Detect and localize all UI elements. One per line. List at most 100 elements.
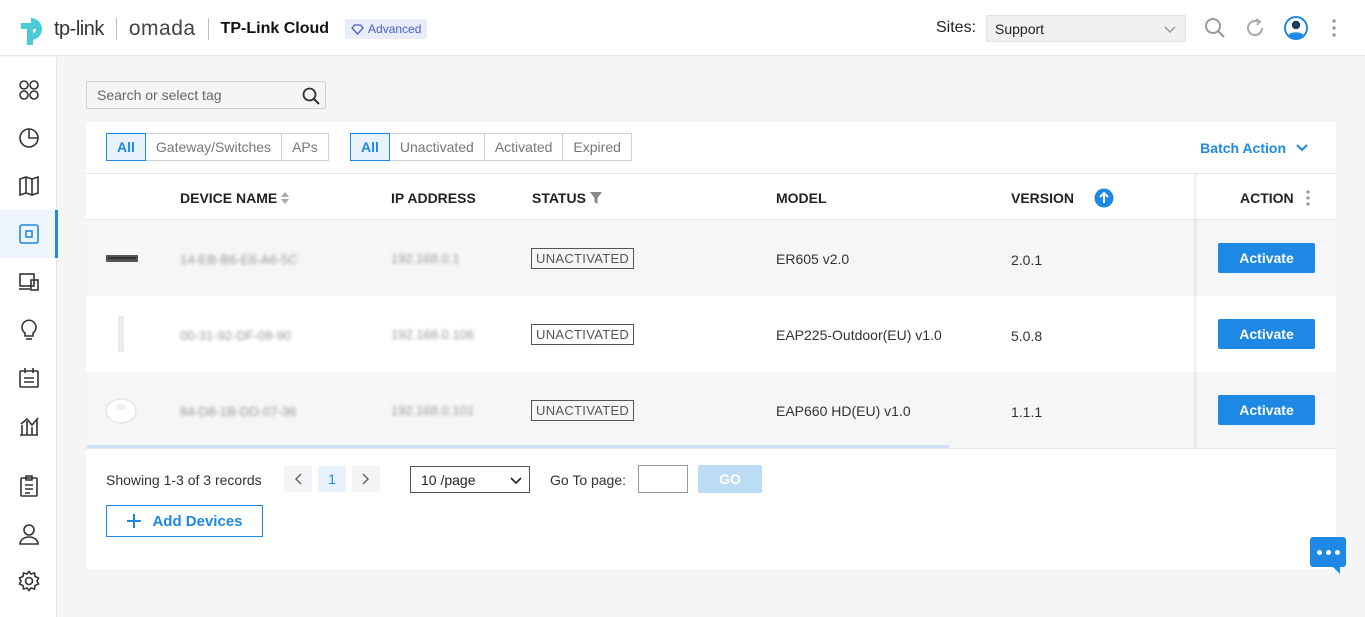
sticky-column-shadow bbox=[1194, 173, 1198, 448]
prev-page-button[interactable] bbox=[284, 466, 312, 492]
site-select-value: Support bbox=[995, 21, 1045, 37]
header-divider bbox=[207, 18, 209, 40]
outdoor-ap-device-icon bbox=[118, 316, 124, 352]
table-bottom-border bbox=[86, 448, 1336, 449]
advanced-badge: Advanced bbox=[345, 19, 428, 39]
sidebar bbox=[0, 57, 58, 617]
brand-tplink: tp-link bbox=[54, 17, 104, 40]
more-vertical-icon[interactable] bbox=[1302, 189, 1314, 207]
sidebar-item-dashboard[interactable] bbox=[0, 66, 57, 114]
search-icon[interactable] bbox=[1203, 16, 1227, 40]
sidebar-item-insight[interactable] bbox=[0, 306, 57, 354]
sites-label: Sites: bbox=[936, 19, 977, 36]
tplink-logo-icon bbox=[21, 18, 42, 45]
activate-button[interactable]: Activate bbox=[1218, 319, 1315, 349]
chevron-down-icon bbox=[1164, 26, 1176, 34]
filter-status-unactivated[interactable]: Unactivated bbox=[388, 133, 485, 161]
goto-label: Go To page: bbox=[550, 472, 627, 488]
col-ip-address: IP ADDRESS bbox=[391, 190, 476, 206]
sidebar-item-settings[interactable] bbox=[0, 557, 57, 605]
col-status[interactable]: STATUS bbox=[532, 190, 602, 206]
filter-icon[interactable] bbox=[589, 192, 602, 204]
schedule-icon bbox=[18, 368, 39, 388]
chat-dot bbox=[1325, 549, 1331, 555]
page-size-select[interactable]: 10 /page bbox=[410, 466, 530, 493]
user-icon bbox=[18, 524, 39, 545]
device-name[interactable]: 14-EB-B6-E6-A6-5C bbox=[180, 252, 298, 267]
dashboard-icon bbox=[18, 80, 39, 100]
goto-page-input[interactable] bbox=[638, 465, 688, 493]
col-version: VERSION bbox=[1011, 190, 1075, 206]
devices-panel: All Gateway/Switches APs All Unactivated… bbox=[86, 122, 1336, 569]
filter-status-activated[interactable]: Activated bbox=[483, 133, 564, 161]
sidebar-item-admin[interactable] bbox=[0, 510, 57, 558]
table-row[interactable]: 14-EB-B6-E6-A6-5C 192.168.0.1 UNACTIVATE… bbox=[86, 220, 1336, 296]
sidebar-item-schedule[interactable] bbox=[0, 354, 57, 402]
col-model: MODEL bbox=[776, 190, 827, 206]
device-ip: 192.168.0.101 bbox=[391, 403, 475, 418]
map-icon bbox=[18, 175, 39, 197]
device-version: 5.0.8 bbox=[1011, 328, 1043, 344]
filter-status-expired[interactable]: Expired bbox=[562, 133, 632, 161]
top-header: tp-link omada TP-Link Cloud Advanced Sit… bbox=[0, 0, 1365, 56]
table-row[interactable]: 84-D8-1B-DD-07-36 192.168.0.101 UNACTIVA… bbox=[86, 372, 1336, 448]
device-model: EAP225-Outdoor(EU) v1.0 bbox=[776, 327, 942, 343]
activate-button[interactable]: Activate bbox=[1218, 243, 1315, 273]
advanced-badge-label: Advanced bbox=[368, 22, 422, 36]
logs-icon bbox=[19, 475, 38, 497]
batch-action-button[interactable]: Batch Action bbox=[1200, 140, 1308, 156]
chevron-down-icon bbox=[510, 477, 522, 485]
col-device-name[interactable]: DEVICE NAME bbox=[180, 190, 290, 206]
site-select[interactable]: Support bbox=[986, 15, 1186, 42]
add-devices-label: Add Devices bbox=[152, 512, 243, 530]
chat-dot bbox=[1316, 549, 1322, 555]
reports-icon bbox=[19, 417, 39, 436]
device-name[interactable]: 84-D8-1B-DD-07-36 bbox=[180, 404, 296, 419]
filter-type-all[interactable]: All bbox=[106, 133, 146, 161]
tag-search[interactable] bbox=[86, 81, 326, 109]
device-status-filter: All Unactivated Activated Expired bbox=[350, 133, 632, 161]
sort-icon[interactable] bbox=[281, 192, 290, 204]
chevron-down-icon bbox=[1296, 144, 1308, 152]
device-ip: 192.168.0.1 bbox=[391, 251, 460, 266]
chat-dot bbox=[1334, 549, 1340, 555]
sidebar-item-reports[interactable] bbox=[0, 402, 57, 450]
sidebar-item-devices[interactable] bbox=[0, 210, 58, 258]
router-device-icon bbox=[106, 255, 138, 262]
records-summary: Showing 1-3 of 3 records bbox=[106, 472, 262, 488]
app-title: TP-Link Cloud bbox=[220, 20, 330, 37]
col-device-name-label: DEVICE NAME bbox=[180, 190, 278, 206]
go-button[interactable]: GO bbox=[698, 465, 762, 493]
sidebar-item-logs[interactable] bbox=[0, 462, 57, 510]
filter-status-all[interactable]: All bbox=[350, 133, 390, 161]
avatar-icon[interactable] bbox=[1284, 16, 1308, 40]
brand-omada: omada bbox=[128, 17, 196, 40]
more-vertical-icon[interactable] bbox=[1322, 16, 1346, 40]
page-size-value: 10 /page bbox=[421, 472, 476, 488]
device-version: 2.0.1 bbox=[1011, 252, 1043, 268]
insight-icon bbox=[20, 319, 37, 340]
device-version: 1.1.1 bbox=[1011, 404, 1043, 420]
add-devices-button[interactable]: Add Devices bbox=[106, 505, 263, 537]
filter-type-aps[interactable]: APs bbox=[281, 133, 329, 161]
sidebar-item-clients[interactable] bbox=[0, 258, 57, 306]
refresh-icon[interactable] bbox=[1243, 16, 1267, 40]
filter-type-gateway-switches[interactable]: Gateway/Switches bbox=[144, 133, 283, 161]
table-row[interactable]: 00-31-92-DF-08-90 192.168.0.106 UNACTIVA… bbox=[86, 296, 1336, 372]
logo[interactable]: tp-link omada TP-Link Cloud Advanced bbox=[18, 12, 428, 46]
arrow-up-circle-icon[interactable] bbox=[1094, 188, 1114, 208]
gear-icon bbox=[17, 570, 40, 592]
device-name[interactable]: 00-31-92-DF-08-90 bbox=[180, 328, 291, 343]
chat-button[interactable] bbox=[1310, 537, 1346, 574]
sidebar-item-map[interactable] bbox=[0, 162, 57, 210]
page-number[interactable]: 1 bbox=[318, 466, 346, 492]
next-page-button[interactable] bbox=[352, 466, 380, 492]
activate-button[interactable]: Activate bbox=[1218, 395, 1315, 425]
device-ip: 192.168.0.106 bbox=[391, 327, 475, 342]
search-icon[interactable] bbox=[301, 86, 321, 106]
device-model: EAP660 HD(EU) v1.0 bbox=[776, 403, 911, 419]
status-badge: UNACTIVATED bbox=[531, 400, 635, 421]
col-action: ACTION bbox=[1240, 190, 1294, 206]
search-input[interactable] bbox=[87, 82, 297, 108]
sidebar-item-statistics[interactable] bbox=[0, 114, 57, 162]
